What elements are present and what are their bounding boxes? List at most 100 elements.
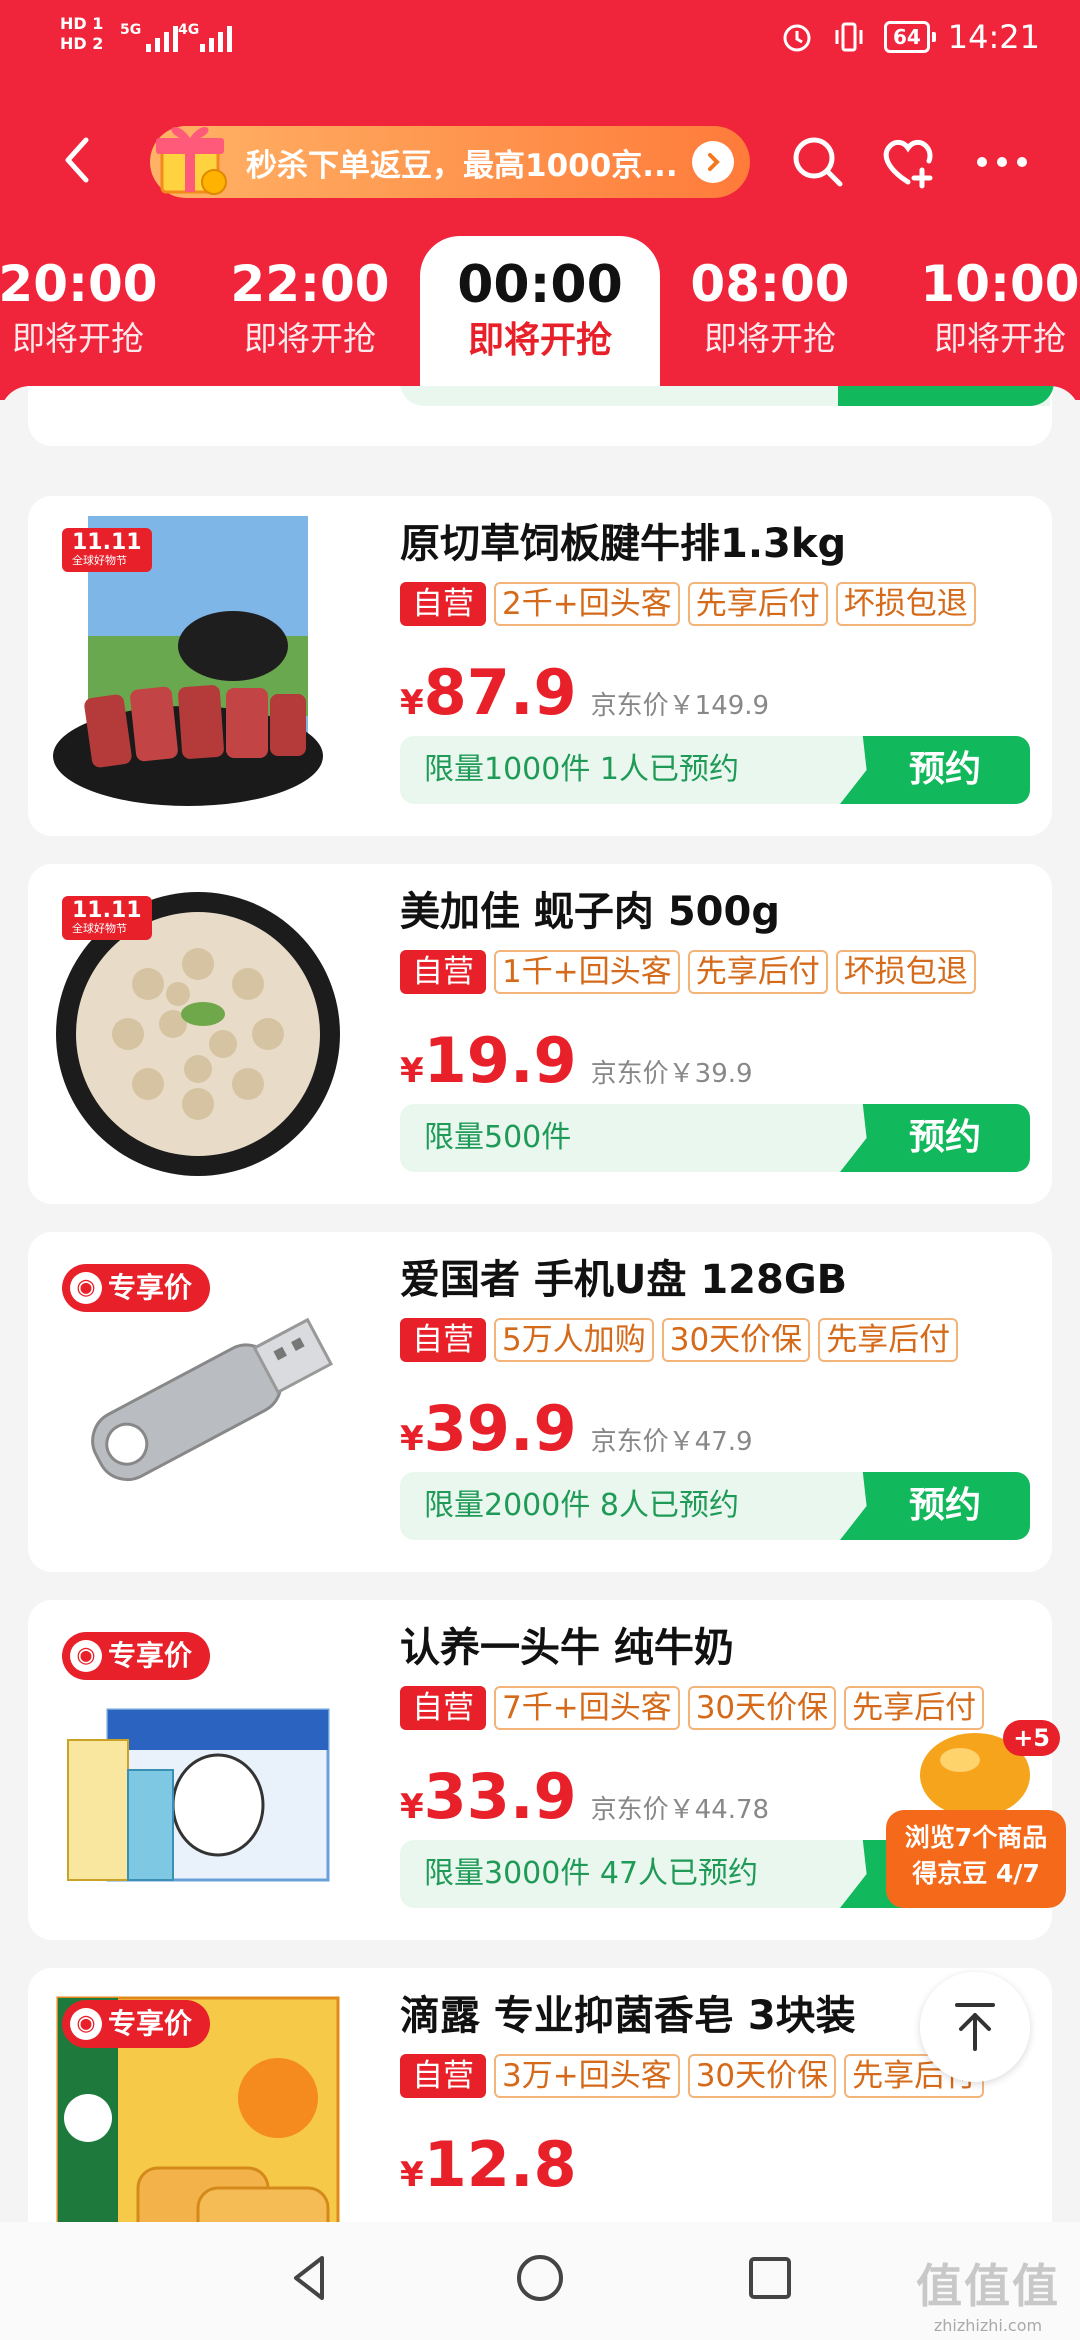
exclusive-price-badge: ◉ 专享价 bbox=[62, 2000, 211, 2048]
sale-price: 12.8 bbox=[423, 2128, 577, 2201]
product-card[interactable]: ◉ 专享价 滴露 专业抑菌香皂 3块装 自营 3万+回头客 30天价保 先享后付 … bbox=[28, 1968, 1052, 2222]
product-card[interactable]: 11.11 全球好物节 原切草饲板腱牛排1.3kg 自营 2千+回头客 先享后付 … bbox=[28, 496, 1052, 836]
reserve-button[interactable]: 预约 bbox=[840, 1472, 1030, 1540]
sale-price: 39.9 bbox=[423, 1392, 577, 1465]
status-right: 64 14:21 bbox=[780, 18, 1040, 56]
currency-symbol: ¥ bbox=[400, 683, 424, 723]
tag-self-operated: 自营 bbox=[400, 950, 486, 994]
site-watermark: 值值值 zhizhizhi.com bbox=[916, 2250, 1060, 2335]
status-bar: HD 1 HD 2 5G 4G 64 14:21 bbox=[0, 0, 1080, 90]
product-list[interactable]: 11.11 全球好物节 原切草饲板腱牛排1.3kg 自营 2千+回头客 先享后付 … bbox=[0, 386, 1080, 2222]
nav-back-icon[interactable] bbox=[282, 2250, 338, 2306]
product-image: ◉ 专享价 bbox=[48, 1252, 348, 1552]
tab-time: 10:00 bbox=[920, 255, 1080, 313]
limit-text: 限量1000件 1人已预约 bbox=[424, 752, 739, 787]
reserve-button[interactable] bbox=[838, 386, 1054, 406]
badge-subtitle: 全球好物节 bbox=[72, 922, 127, 935]
limit-bar: 限量500件 预约 bbox=[400, 1104, 1030, 1172]
price-row: ¥ 33.9 京东价￥44.78 bbox=[400, 1760, 769, 1833]
promo-banner[interactable]: 秒杀下单返豆，最高1000京... bbox=[150, 126, 750, 198]
tag: 先享后付 bbox=[818, 1318, 959, 1362]
tag-self-operated: 自营 bbox=[400, 1318, 486, 1362]
tag: 7千+回头客 bbox=[494, 1686, 680, 1730]
partial-product-card bbox=[28, 386, 1054, 446]
tab-2000[interactable]: 20:00 即将开抢 bbox=[0, 254, 178, 364]
tag: 30天价保 bbox=[687, 1686, 837, 1730]
price-row: ¥ 87.9 京东价￥149.9 bbox=[400, 656, 769, 729]
tab-time: 08:00 bbox=[690, 255, 850, 313]
price-row: ¥ 12.8 bbox=[400, 2128, 591, 2201]
product-tags: 自营 3万+回头客 30天价保 先享后付 bbox=[400, 2054, 985, 2098]
heart-plus-icon[interactable] bbox=[876, 130, 940, 194]
nav-home-icon[interactable] bbox=[512, 2250, 568, 2306]
alarm-icon bbox=[783, 24, 811, 52]
tab-label: 即将开抢 bbox=[244, 319, 376, 358]
network-5g-label: 5G bbox=[120, 22, 142, 38]
product-image: 11.11 全球好物节 bbox=[48, 884, 348, 1184]
tab-label: 即将开抢 bbox=[934, 319, 1066, 358]
reserve-button[interactable]: 预约 bbox=[840, 736, 1030, 804]
product-title: 爱国者 手机U盘 128GB bbox=[400, 1257, 848, 1303]
tag: 先享后付 bbox=[687, 950, 828, 994]
tab-time: 22:00 bbox=[230, 255, 390, 313]
badge-subtitle: 全球好物节 bbox=[72, 554, 127, 567]
flame-icon: ◉ bbox=[70, 1272, 102, 1304]
tag-self-operated: 自营 bbox=[400, 582, 486, 626]
limit-bar: 限量2000件 8人已预约 预约 bbox=[400, 1472, 1030, 1540]
tab-0800[interactable]: 08:00 即将开抢 bbox=[670, 254, 870, 364]
limit-text: 限量2000件 8人已预约 bbox=[424, 1488, 739, 1523]
tab-0000-active[interactable]: 00:00 即将开抢 bbox=[420, 236, 660, 396]
tag: 5万人加购 bbox=[494, 1318, 654, 1362]
more-icon[interactable] bbox=[970, 130, 1034, 194]
tab-1000[interactable]: 10:00 即将开抢 bbox=[900, 254, 1080, 364]
product-tags: 自营 5万人加购 30天价保 先享后付 bbox=[400, 1318, 959, 1362]
badge-title: 11.11 bbox=[72, 898, 142, 923]
watermark-logo: 值值值 bbox=[916, 2259, 1060, 2313]
product-title: 滴露 专业抑菌香皂 3块装 bbox=[400, 1993, 856, 2039]
gift-icon bbox=[156, 127, 227, 195]
price-row: ¥ 19.9 京东价￥39.9 bbox=[400, 1024, 753, 1097]
tag: 2千+回头客 bbox=[494, 582, 680, 626]
jd-price: 京东价￥149.9 bbox=[590, 691, 770, 721]
product-tags: 自营 2千+回头客 先享后付 坏损包退 bbox=[400, 582, 976, 626]
jd-price: 京东价￥47.9 bbox=[590, 1427, 753, 1457]
bean-task-line1: 浏览7个商品 bbox=[904, 1823, 1048, 1852]
reserve-button[interactable]: 预约 bbox=[840, 1104, 1030, 1172]
sim-indicators: HD 1 HD 2 bbox=[60, 14, 103, 54]
nav-recents-icon[interactable] bbox=[742, 2250, 798, 2306]
badge-title: 11.11 bbox=[72, 530, 142, 555]
flame-icon: ◉ bbox=[70, 1640, 102, 1672]
bean-plus-badge: +5 bbox=[1003, 1720, 1060, 1756]
tab-label: 即将开抢 bbox=[467, 320, 612, 361]
clock: 14:21 bbox=[947, 18, 1040, 56]
exclusive-price-badge: ◉ 专享价 bbox=[62, 1632, 211, 1680]
exclusive-price-badge: ◉ 专享价 bbox=[62, 1264, 211, 1312]
hd2-indicator: HD 2 bbox=[60, 34, 104, 53]
currency-symbol: ¥ bbox=[400, 1787, 424, 1827]
search-icon[interactable] bbox=[786, 130, 850, 194]
currency-symbol: ¥ bbox=[400, 1419, 424, 1459]
tag: 30天价保 bbox=[661, 1318, 811, 1362]
browse-reward-widget[interactable]: +5 浏览7个商品 得京豆 4/7 bbox=[886, 1710, 1066, 1910]
tab-label: 即将开抢 bbox=[12, 319, 144, 358]
signal-bars-icon bbox=[146, 22, 178, 52]
product-tags: 自营 1千+回头客 先享后付 坏损包退 bbox=[400, 950, 976, 994]
sale-price: 87.9 bbox=[423, 656, 577, 729]
product-title: 美加佳 蚬子肉 500g bbox=[400, 889, 780, 935]
back-icon[interactable] bbox=[50, 130, 110, 190]
tab-time: 00:00 bbox=[457, 255, 623, 315]
product-title: 认养一头牛 纯牛奶 bbox=[400, 1625, 734, 1671]
product-image: ◉ 专享价 bbox=[48, 1620, 348, 1920]
nav-bar: 秒杀下单返豆，最高1000京... bbox=[0, 110, 1080, 210]
battery-indicator: 64 bbox=[883, 21, 936, 53]
tag: 30天价保 bbox=[687, 2054, 837, 2098]
tab-2200[interactable]: 22:00 即将开抢 bbox=[210, 254, 410, 364]
product-card[interactable]: ◉ 专享价 爱国者 手机U盘 128GB 自营 5万人加购 30天价保 先享后付 … bbox=[28, 1232, 1052, 1572]
chevron-right-icon bbox=[692, 141, 734, 183]
product-card[interactable]: 11.11 全球好物节 美加佳 蚬子肉 500g 自营 1千+回头客 先享后付 坏… bbox=[28, 864, 1052, 1204]
badge-title: 专享价 bbox=[108, 1271, 193, 1304]
sale-price: 19.9 bbox=[423, 1024, 577, 1097]
back-to-top-button[interactable] bbox=[920, 1972, 1030, 2082]
tag: 坏损包退 bbox=[835, 950, 976, 994]
product-image: ◉ 专享价 bbox=[48, 1988, 348, 2222]
